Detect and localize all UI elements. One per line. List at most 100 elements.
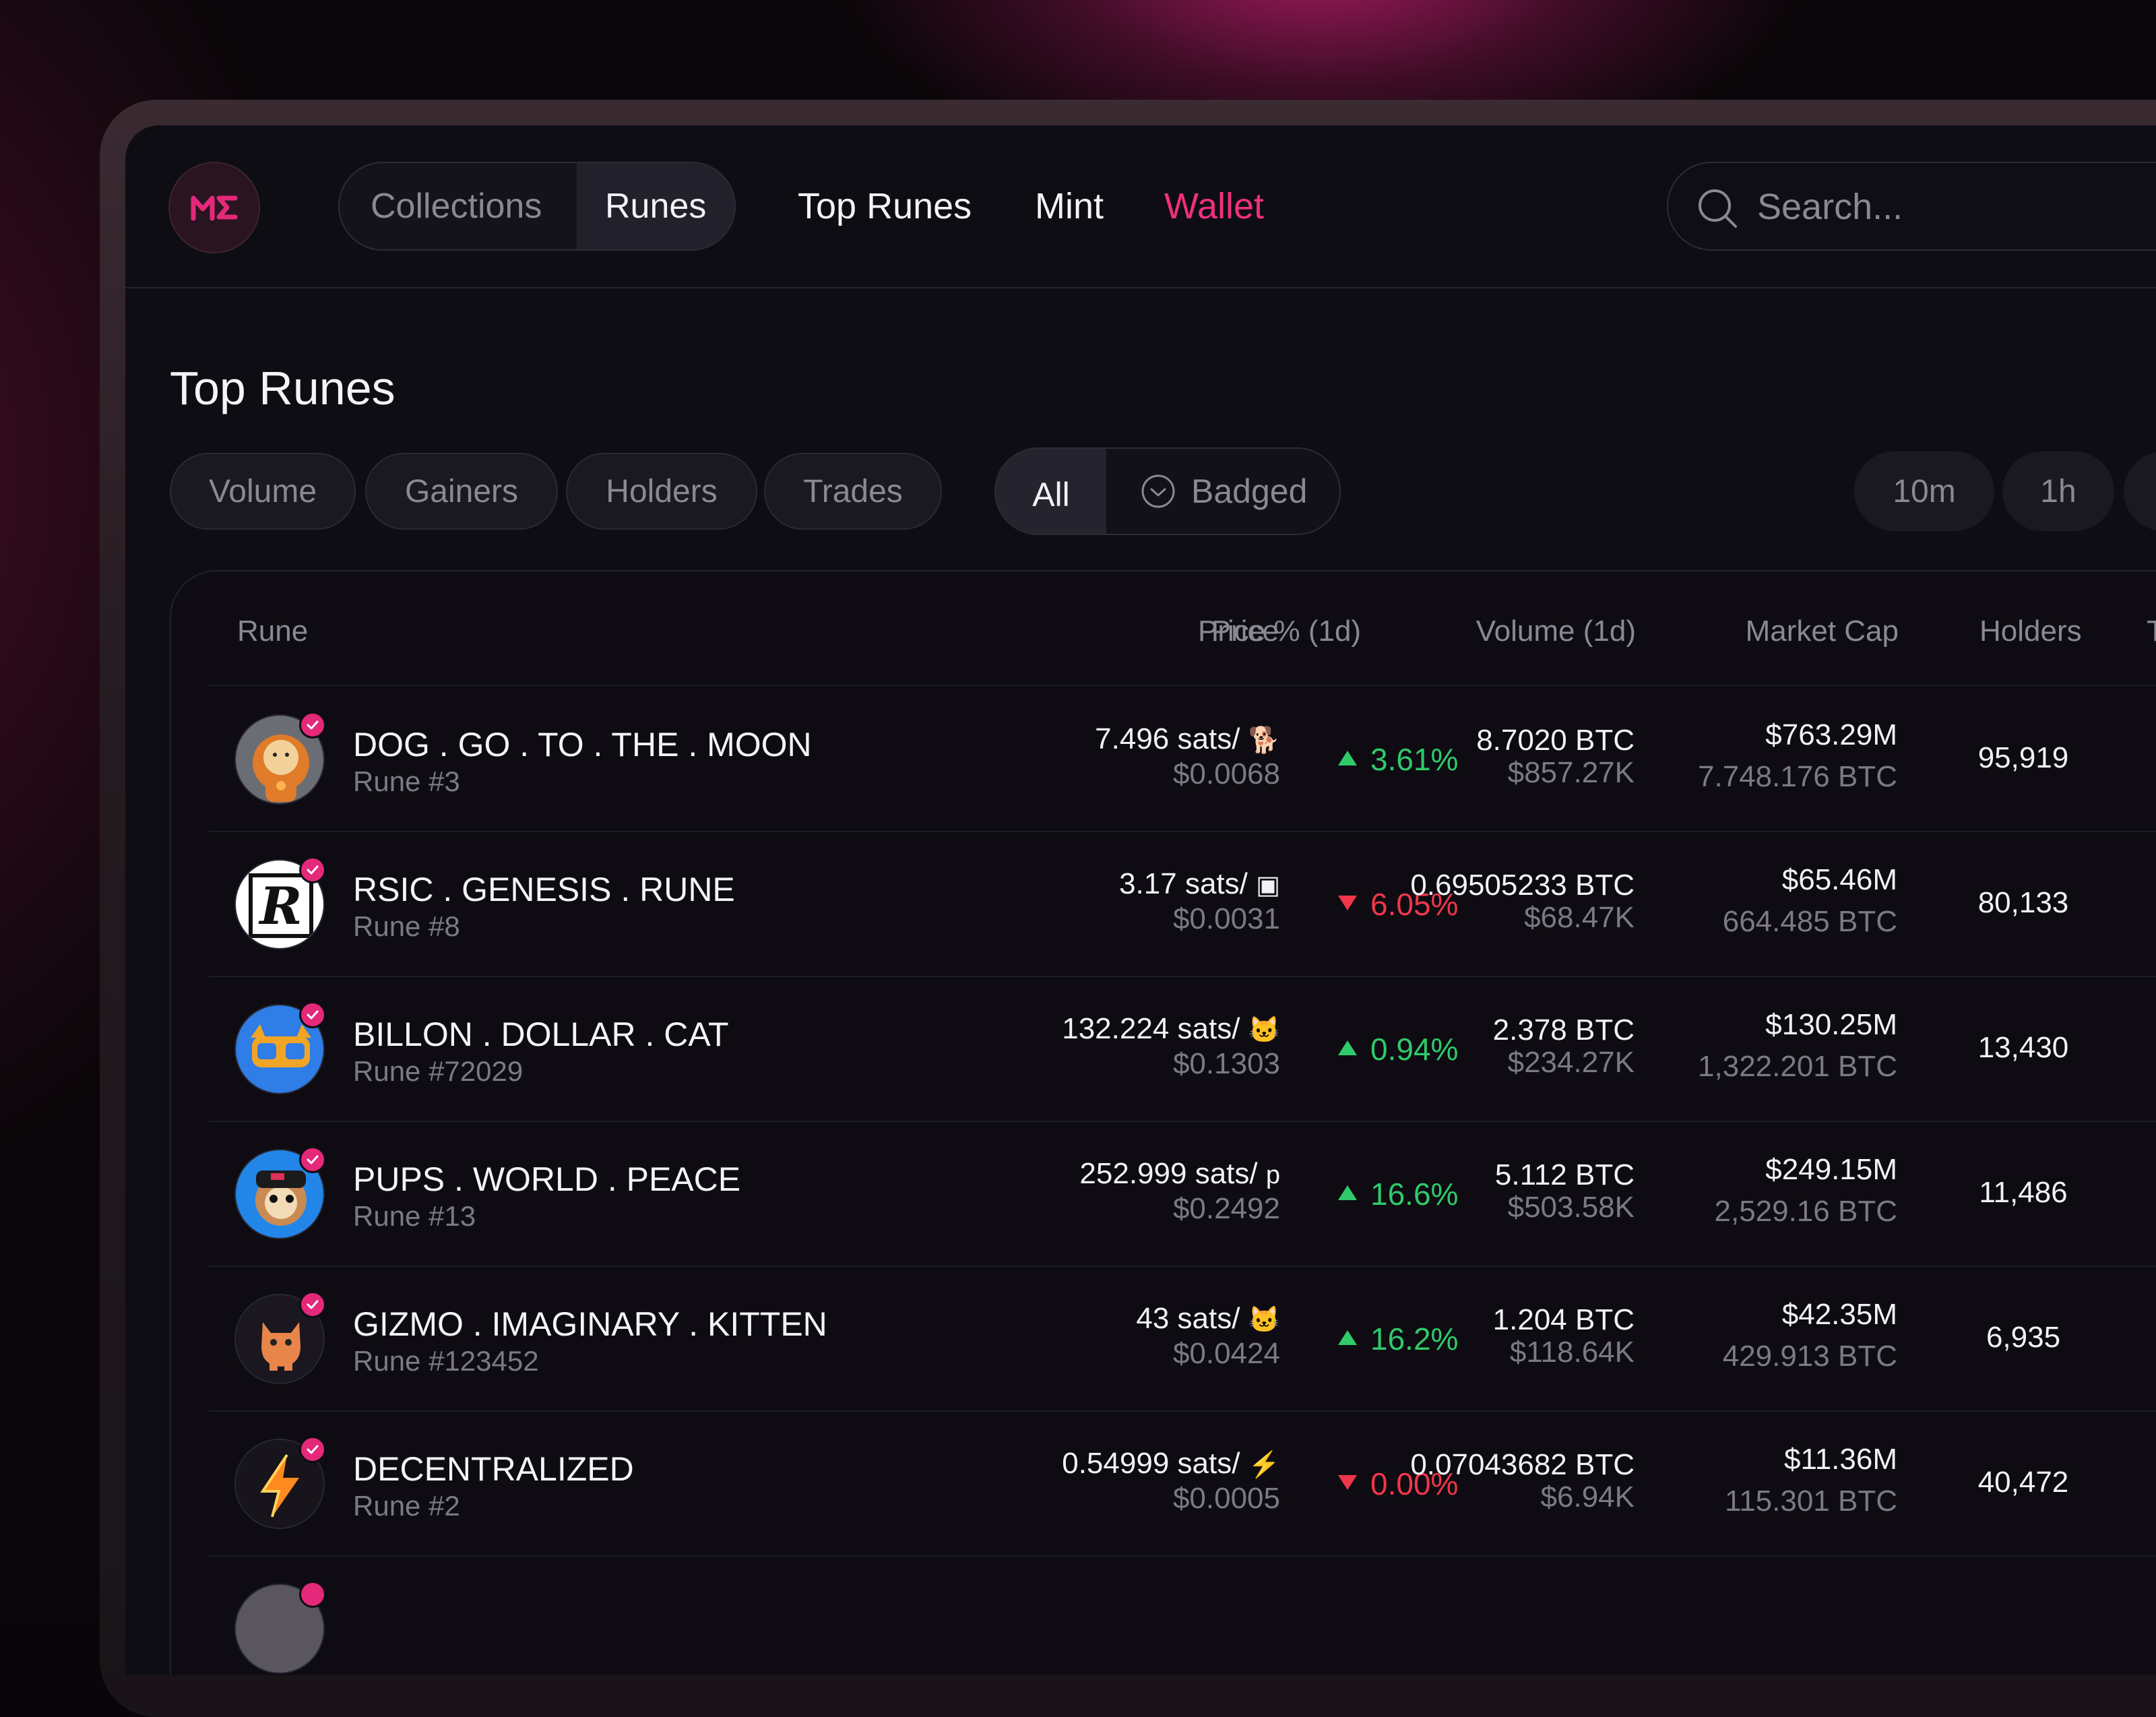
holders-count: 11,486 bbox=[1947, 1176, 2099, 1210]
market-cap-usd: $11.36M bbox=[1624, 1443, 1897, 1476]
rune-number: Rune #72029 bbox=[353, 1055, 523, 1088]
table-row[interactable]: GIZMO . IMAGINARY . KITTENRune #123452 43… bbox=[209, 1266, 2156, 1412]
price-symbol-icon: ⚡ bbox=[1248, 1451, 1280, 1479]
market-cap-btc: 2,529.16 BTC bbox=[1624, 1195, 1897, 1228]
market-cap-usd: $65.46M bbox=[1624, 863, 1897, 897]
price-sats-value: 0.54999 sats/ bbox=[1062, 1447, 1240, 1480]
volume-btc: 1.204 BTC bbox=[1354, 1303, 1635, 1337]
table-row[interactable] bbox=[209, 1555, 2156, 1675]
time-1h[interactable]: 1h bbox=[2002, 451, 2114, 531]
price-symbol-icon: 🐱 bbox=[1248, 1016, 1280, 1044]
price-usd: $0.1303 bbox=[883, 1047, 1280, 1081]
rune-name[interactable]: PUPS . WORLD . PEACE bbox=[353, 1160, 740, 1199]
verified-badge-icon bbox=[299, 1001, 326, 1028]
market-cap-btc: 1,322.201 BTC bbox=[1624, 1050, 1897, 1084]
nav-mint[interactable]: Mint bbox=[1035, 162, 1104, 251]
price-symbol-icon: 🐕 bbox=[1248, 726, 1280, 755]
filter-gainers[interactable]: Gainers bbox=[365, 453, 558, 530]
price-symbol-icon: p bbox=[1266, 1161, 1280, 1189]
table-row[interactable]: DOG . GO . TO . THE . MOONRune #3 7.496 s… bbox=[209, 686, 2156, 833]
volume-usd: $857.27K bbox=[1354, 756, 1635, 790]
price-usd: $0.0424 bbox=[883, 1337, 1280, 1371]
market-cap-usd: $249.15M bbox=[1624, 1153, 1897, 1187]
verified-badge-icon bbox=[299, 1146, 326, 1173]
tab-collections[interactable]: Collections bbox=[371, 163, 542, 249]
rune-name[interactable]: DECENTRALIZED bbox=[353, 1449, 634, 1489]
table-row[interactable]: DECENTRALIZEDRune #20.54999 sats/ ⚡$0.00… bbox=[209, 1410, 2156, 1557]
volume-btc: 8.7020 BTC bbox=[1354, 724, 1635, 757]
rune-number: Rune #2 bbox=[353, 1490, 460, 1522]
price-usd: $0.0031 bbox=[883, 902, 1280, 936]
table-row[interactable]: BILLON . DOLLAR . CATRune #72029 132.224 … bbox=[209, 976, 2156, 1123]
header-extra[interactable]: T bbox=[2147, 615, 2156, 648]
rune-number: Rune #123452 bbox=[353, 1345, 539, 1377]
market-cap-btc: 664.485 BTC bbox=[1624, 905, 1897, 939]
nav-wallet[interactable]: Wallet bbox=[1164, 162, 1264, 251]
holders-count: 13,430 bbox=[1947, 1031, 2099, 1065]
holders-count: 95,919 bbox=[1947, 741, 2099, 775]
holders-count: 6,935 bbox=[1947, 1321, 2099, 1354]
all-badged-toggle: All Badged bbox=[994, 447, 1341, 535]
svg-text:R: R bbox=[258, 876, 302, 936]
rune-name[interactable]: GIZMO . IMAGINARY . KITTEN bbox=[353, 1305, 827, 1344]
volume-usd: $68.47K bbox=[1354, 901, 1635, 935]
volume-btc: 2.378 BTC bbox=[1354, 1013, 1635, 1047]
page-title: Top Runes bbox=[170, 361, 395, 415]
market-cap-btc: 115.301 BTC bbox=[1624, 1485, 1897, 1518]
verified-badge-icon bbox=[299, 1581, 326, 1608]
header-market-cap[interactable]: Market Cap bbox=[1663, 615, 1899, 648]
verified-badge-icon bbox=[299, 1291, 326, 1318]
price-sats-value: 252.999 sats/ bbox=[1079, 1157, 1257, 1190]
rune-number: Rune #8 bbox=[353, 910, 460, 943]
toggle-all[interactable]: All bbox=[996, 449, 1106, 534]
price-symbol-icon: ▣ bbox=[1256, 871, 1280, 900]
market-cap-usd: $42.35M bbox=[1624, 1298, 1897, 1332]
price-sats: 7.496 sats/ 🐕 bbox=[883, 722, 1280, 756]
header-rune[interactable]: Rune bbox=[237, 615, 308, 648]
price-usd: $0.2492 bbox=[883, 1192, 1280, 1226]
time-10m[interactable]: 10m bbox=[1854, 451, 1994, 531]
price-symbol-icon: 🐱 bbox=[1248, 1306, 1280, 1334]
price-sats-value: 132.224 sats/ bbox=[1062, 1012, 1240, 1045]
volume-usd: $234.27K bbox=[1354, 1046, 1635, 1080]
header-holders[interactable]: Holders bbox=[1979, 615, 2082, 648]
header-volume[interactable]: Volume (1d) bbox=[1393, 615, 1636, 648]
filter-volume[interactable]: Volume bbox=[170, 453, 356, 530]
market-cap-btc: 7.748.176 BTC bbox=[1624, 760, 1897, 794]
search-icon bbox=[1697, 187, 1738, 229]
collections-runes-switch: Collections Runes bbox=[338, 162, 736, 251]
price-sats: 252.999 sats/ p bbox=[883, 1157, 1280, 1191]
price-sats-value: 43 sats/ bbox=[1136, 1302, 1240, 1335]
rune-number: Rune #13 bbox=[353, 1200, 476, 1232]
verified-badge-icon bbox=[299, 712, 326, 739]
rune-name[interactable]: DOG . GO . TO . THE . MOON bbox=[353, 725, 812, 764]
tab-runes[interactable]: Runes bbox=[577, 163, 736, 249]
filter-trades[interactable]: Trades bbox=[764, 453, 942, 530]
header-price-pct[interactable]: Price % (1d) bbox=[1198, 615, 1361, 648]
market-cap-usd: $130.25M bbox=[1624, 1008, 1897, 1042]
time-more[interactable] bbox=[2124, 451, 2156, 531]
rune-name[interactable]: RSIC . GENESIS . RUNE bbox=[353, 870, 735, 909]
price-sats: 0.54999 sats/ ⚡ bbox=[883, 1447, 1280, 1480]
search-input[interactable] bbox=[1756, 177, 2156, 237]
filter-holders[interactable]: Holders bbox=[566, 453, 757, 530]
volume-btc: 0.07043682 BTC bbox=[1354, 1448, 1635, 1482]
magic-eden-logo[interactable] bbox=[168, 162, 260, 253]
holders-count: 40,472 bbox=[1947, 1466, 2099, 1499]
market-cap-btc: 429.913 BTC bbox=[1624, 1340, 1897, 1373]
logo-icon bbox=[191, 193, 238, 222]
table-row[interactable]: RRSIC . GENESIS . RUNERune #83.17 sats/ … bbox=[209, 831, 2156, 978]
badge-check-icon bbox=[1140, 473, 1176, 509]
volume-btc: 0.69505233 BTC bbox=[1354, 869, 1635, 902]
price-sats: 43 sats/ 🐱 bbox=[883, 1302, 1280, 1336]
verified-badge-icon bbox=[299, 1436, 326, 1463]
table-row[interactable]: PUPS . WORLD . PEACERune #13 252.999 sats… bbox=[209, 1121, 2156, 1268]
price-sats: 132.224 sats/ 🐱 bbox=[883, 1012, 1280, 1046]
rune-name[interactable]: BILLON . DOLLAR . CAT bbox=[353, 1015, 729, 1054]
rune-number: Rune #3 bbox=[353, 766, 460, 798]
toggle-badged[interactable]: Badged bbox=[1140, 449, 1307, 534]
volume-usd: $503.58K bbox=[1354, 1191, 1635, 1224]
holders-count: 80,133 bbox=[1947, 886, 2099, 920]
toggle-badged-label: Badged bbox=[1191, 472, 1307, 511]
nav-top-runes[interactable]: Top Runes bbox=[798, 162, 972, 251]
